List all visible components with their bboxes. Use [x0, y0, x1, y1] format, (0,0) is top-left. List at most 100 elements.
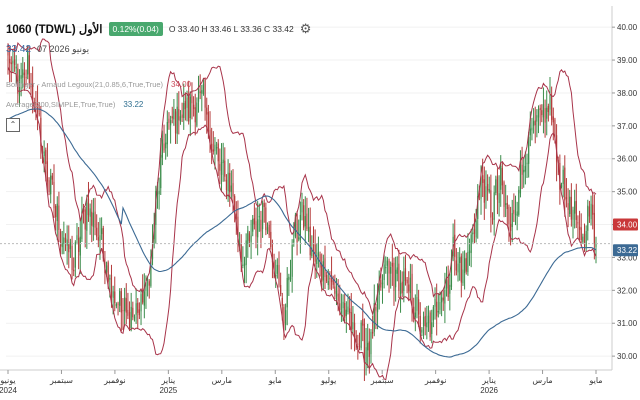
candle-body	[283, 307, 285, 324]
candle-body	[418, 299, 420, 315]
candle-body	[76, 235, 78, 240]
candle-body	[541, 110, 543, 116]
candle-body	[317, 252, 320, 257]
candle-body	[143, 291, 145, 306]
candle-body	[580, 227, 582, 241]
candle-body	[583, 233, 586, 245]
candle-body	[225, 179, 228, 190]
candle-body	[281, 297, 283, 306]
candle-body	[46, 161, 49, 182]
candle-body	[503, 182, 505, 207]
candle-body	[422, 316, 425, 326]
candle-body	[528, 136, 530, 164]
candle-body	[63, 237, 65, 244]
candle-body	[158, 190, 160, 195]
candle-body	[260, 219, 262, 232]
candle-body	[188, 95, 190, 122]
candle-body	[115, 303, 118, 307]
candle-body	[585, 231, 587, 248]
candle-body	[344, 303, 346, 318]
candle-body	[268, 224, 270, 236]
candle-body	[13, 59, 16, 65]
collapse-icon[interactable]: ⌃	[6, 118, 20, 132]
candle-body	[574, 201, 576, 214]
x-tick-label: مايو	[588, 376, 602, 385]
candle-body	[278, 264, 280, 286]
candle-body	[101, 228, 103, 235]
candle-body	[109, 278, 111, 280]
y-tick-label: 36.00	[617, 155, 638, 164]
candle-body	[404, 268, 407, 282]
candle-body	[577, 222, 579, 224]
candle-body	[45, 149, 47, 165]
candle-body	[107, 262, 109, 282]
candle-body	[89, 208, 91, 217]
candle-body	[56, 203, 58, 222]
candle-body	[360, 322, 362, 349]
candle-body	[309, 226, 311, 256]
candle-body	[592, 204, 594, 215]
candle-body	[243, 263, 246, 266]
x-tick-label: نوفمبر	[424, 376, 447, 385]
x-tick-label: يناير	[161, 376, 176, 385]
candle-body	[399, 282, 402, 294]
candle-body	[191, 94, 193, 104]
candle-body	[547, 105, 549, 113]
candle-body	[263, 203, 265, 207]
candle-body	[192, 104, 195, 110]
candle-body	[455, 260, 457, 271]
candle-body	[105, 265, 108, 273]
candle-body	[372, 331, 374, 334]
candle-body	[79, 236, 81, 256]
gear-icon[interactable]: ⚙	[300, 21, 312, 37]
candle-body	[189, 96, 191, 118]
candle-body	[212, 149, 214, 152]
time-axis: يونيو2024سبتمبر نوفمبر يناير2025مارس مايو يو…	[0, 369, 612, 395]
candle-body	[163, 143, 165, 151]
candle-body	[204, 79, 206, 108]
y-tick-label: 30.00	[617, 352, 638, 361]
candle-body	[178, 109, 180, 121]
candle-body	[64, 237, 67, 243]
candle-body	[125, 298, 127, 313]
y-tick-label: 32.00	[617, 286, 638, 295]
candle-body	[140, 294, 142, 312]
candle-body	[304, 215, 306, 227]
candle-body	[546, 107, 548, 119]
candle-body	[357, 343, 359, 345]
candle-body	[560, 185, 563, 187]
indicator-ma200[interactable]: Average(200,SIMPLE,True,True) 33.22	[6, 100, 143, 109]
candle-body	[388, 260, 390, 274]
ohlc-readout: O 33.40 H 33.46 L 33.36 C 33.42	[168, 24, 294, 34]
candle-body	[437, 310, 439, 313]
candle-body	[544, 108, 546, 123]
candle-body	[301, 201, 303, 213]
x-tick-label: يوليو	[320, 376, 336, 385]
candle-body	[253, 218, 255, 225]
chart-header: 1060 (TDWL) الأول 0.12%(0.04) O 33.40 H …	[6, 19, 311, 39]
candle-body	[261, 202, 264, 230]
candle-body	[168, 118, 170, 123]
candle-body	[186, 97, 188, 108]
candle-body	[201, 90, 203, 94]
price-chart[interactable]: يونيو2024سبتمبر نوفمبر يناير2025مارس مايو يو…	[0, 0, 640, 400]
candle-body	[349, 308, 351, 314]
change-badge: 0.12%(0.04)	[108, 22, 163, 36]
candle-body	[242, 264, 244, 267]
candle-body	[340, 311, 343, 313]
candle-body	[509, 223, 512, 231]
candle-body	[488, 188, 490, 192]
candle-body	[27, 52, 29, 75]
candle-body	[508, 206, 510, 225]
candle-body	[55, 206, 57, 218]
candle-body	[127, 309, 129, 316]
candle-body	[326, 275, 328, 282]
candle-body	[306, 213, 308, 229]
candle-body	[406, 279, 408, 284]
candle-body	[298, 237, 300, 240]
indicator-bollinger[interactable]: Bollinger - Arnaud Legoux(21,0.85,6,True…	[6, 80, 191, 89]
candle-body	[112, 291, 114, 298]
candle-body	[534, 120, 536, 126]
candle-body	[587, 205, 589, 231]
candle-body	[424, 315, 426, 327]
